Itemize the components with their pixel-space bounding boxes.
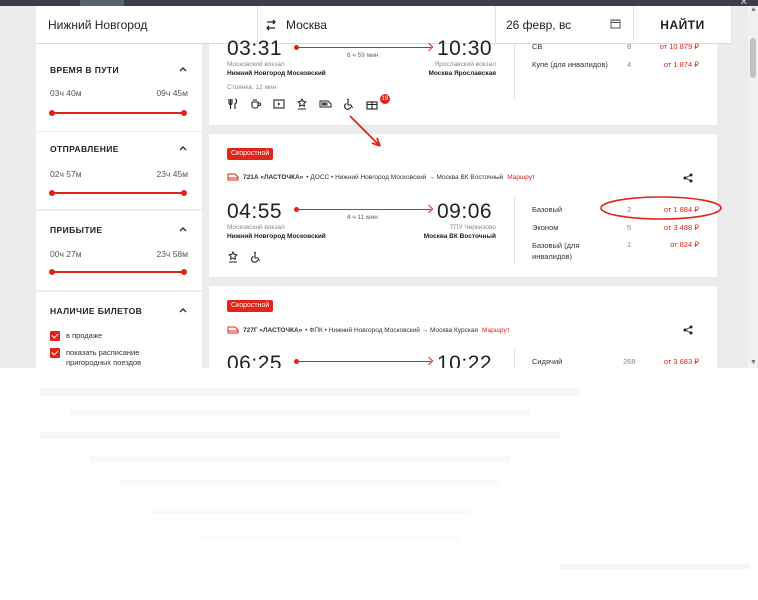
annotation-arrow: [349, 115, 381, 147]
annotation-overlay: [349, 115, 722, 220]
screenshot-area: ✕ Нижний Новгород Москва 26 февр, вс НАЙ…: [0, 0, 758, 368]
annotation-circle: [600, 196, 722, 220]
faded-background: [0, 368, 758, 600]
